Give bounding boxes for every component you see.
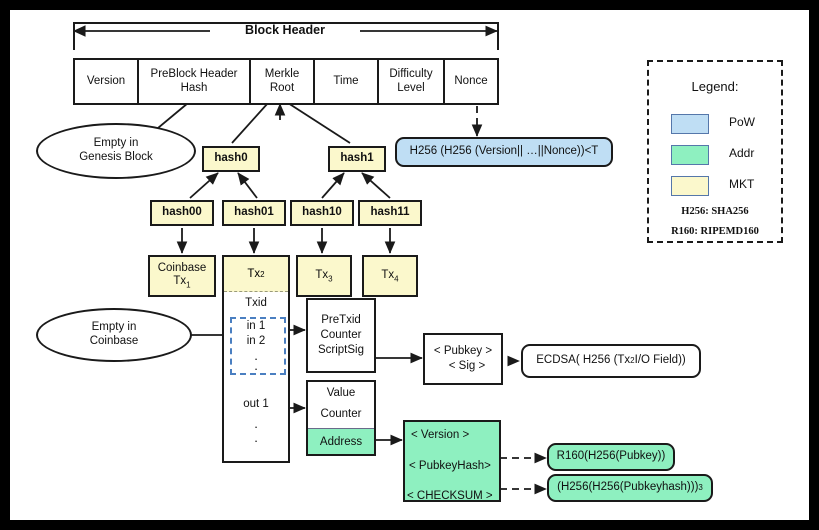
header-cell-label: Version [86,74,126,87]
checksum-formula-box: (H256(H256(Pubkeyhash))) 3 [547,474,713,502]
legend-swatch-mkt [671,176,709,196]
tx-label: Tx [381,268,395,281]
r160-text: R160(H256(Pubkey)) [556,450,666,463]
tx-label: Tx [247,268,261,280]
transaction-line-2: Tx4 [381,269,398,283]
checksum-subscript: 3 [698,483,703,493]
header-cell-label: Nonce [454,74,488,87]
ellipse-empty-coinbase: Empty in Coinbase [36,308,192,362]
merkle-node-hash11[interactable]: hash11 [358,200,422,226]
ecdsa-text-2: I/O Field)) [634,354,686,367]
output-field-value: Value [326,387,356,399]
transaction-line-1: Coinbase [157,262,207,275]
tx-subscript: 3 [328,274,333,284]
transaction-line-2: Tx3 [315,269,332,283]
merkle-node-label: hash1 [340,152,374,165]
script-field-sig: < Sig > [448,360,486,372]
tx-subscript: 2 [260,269,265,279]
header-cell-label: Difficulty Level [389,67,433,94]
merkle-node-hash0[interactable]: hash0 [202,146,260,172]
legend-title: Legend: [691,79,739,94]
transaction-box-tx2-header: Tx 2 [224,257,288,292]
header-cell-label: Merkle Root [264,67,300,94]
block-header-span-box [73,22,499,50]
legend-note-h256: H256: SHA256 [681,206,749,217]
legend-swatch-addr [671,145,709,165]
address-field-checksum: < CHECKSUM > [407,490,493,502]
merkle-node-hash1[interactable]: hash1 [328,146,386,172]
tx-output-dot-1: . [254,416,258,431]
ellipse-empty-genesis-block: Empty in Genesis Block [36,123,196,179]
ecdsa-text: ECDSA( H256 (Tx [536,354,631,367]
legend-note-r160: R160: RIPEMD160 [671,226,759,237]
output-field-counter: Counter [320,408,362,420]
address-field-pubkeyhash: < PubkeyHash> [409,460,491,472]
header-cell-difficulty-level[interactable]: Difficulty Level [377,58,445,105]
header-cell-nonce[interactable]: Nonce [443,58,499,105]
merkle-node-label: hash10 [302,206,342,219]
checksum-text: (H256(H256(Pubkeyhash))) [557,481,699,494]
transaction-box-tx2-container[interactable]: Tx 2 Txid in 1 in 2 . . out 1 . . [222,255,290,463]
script-sig-box[interactable]: < Pubkey > < Sig > [423,333,503,385]
tx-label: Tx [315,268,329,281]
header-cell-merkle-root[interactable]: Merkle Root [249,58,315,105]
input-field-pretxid: PreTxid [321,313,361,326]
tx-label: Tx [173,275,187,288]
tx-subscript: 1 [186,280,191,290]
output-field-address[interactable]: Address [308,428,374,454]
tx-input-1: in 1 [246,320,266,332]
address-detail-box[interactable]: < Version > < PubkeyHash> < CHECKSUM > [403,420,501,502]
script-field-pubkey: < Pubkey > [433,344,493,357]
merkle-node-label: hash01 [234,206,274,219]
txid-label: Txid [245,297,267,309]
merkle-node-hash00[interactable]: hash00 [150,200,214,226]
legend-label-addr: Addr [729,146,755,160]
header-cell-label: Time [333,74,359,87]
legend-label-mkt: MKT [729,177,755,191]
header-cell-label: PreBlock Header Hash [150,67,238,94]
input-field-scriptsig: ScriptSig [317,344,365,357]
merkle-node-label: hash11 [370,206,410,219]
merkle-node-hash01[interactable]: hash01 [222,200,286,226]
input-field-counter: Counter [320,328,362,341]
r160-formula-box: R160(H256(Pubkey)) [547,443,675,471]
legend-label-pow: PoW [729,115,756,129]
ellipse-line-1: Empty in [93,137,139,150]
transaction-box-tx3[interactable]: Tx3 [296,255,352,297]
pow-formula-text: H256 (H256 (Version|| …||Nonce))<T [409,145,599,158]
diagram-frame: Block Header Version PreBlock Header Has… [10,10,809,520]
transaction-line-2: Tx1 [173,275,190,289]
pow-formula-box: H256 (H256 (Version|| …||Nonce))<T [395,137,613,167]
ellipse-line-2: Coinbase [89,335,139,347]
legend-swatch-pow [671,114,709,134]
merkle-node-label: hash00 [162,206,202,219]
merkle-node-label: hash0 [214,152,248,165]
header-cell-preblock-hash[interactable]: PreBlock Header Hash [137,58,251,105]
tx-output-dot-2: . [254,430,258,445]
ellipse-line-1: Empty in [91,321,137,334]
tx-input-dot-2: . [254,358,258,373]
header-cell-version[interactable]: Version [73,58,139,105]
header-cell-time[interactable]: Time [313,58,379,105]
transaction-box-tx4[interactable]: Tx4 [362,255,418,297]
legend-panel: Legend: PoW Addr MKT H256: SHA256 R160: … [647,60,783,243]
transaction-box-coinbase-tx1[interactable]: Coinbase Tx1 [148,255,216,297]
input-detail-box[interactable]: PreTxid Counter ScriptSig [306,298,376,373]
tx-subscript: 4 [394,274,399,284]
address-field-version: < Version > [411,429,470,441]
tx-output-1: out 1 [243,398,269,410]
merkle-node-hash10[interactable]: hash10 [290,200,354,226]
ecdsa-box: ECDSA( H256 (Tx 2 I/O Field)) [521,344,701,378]
tx-input-2: in 2 [246,335,266,347]
ellipse-line-2: Genesis Block [79,151,153,163]
output-detail-box[interactable]: Value Counter Address [306,380,376,456]
